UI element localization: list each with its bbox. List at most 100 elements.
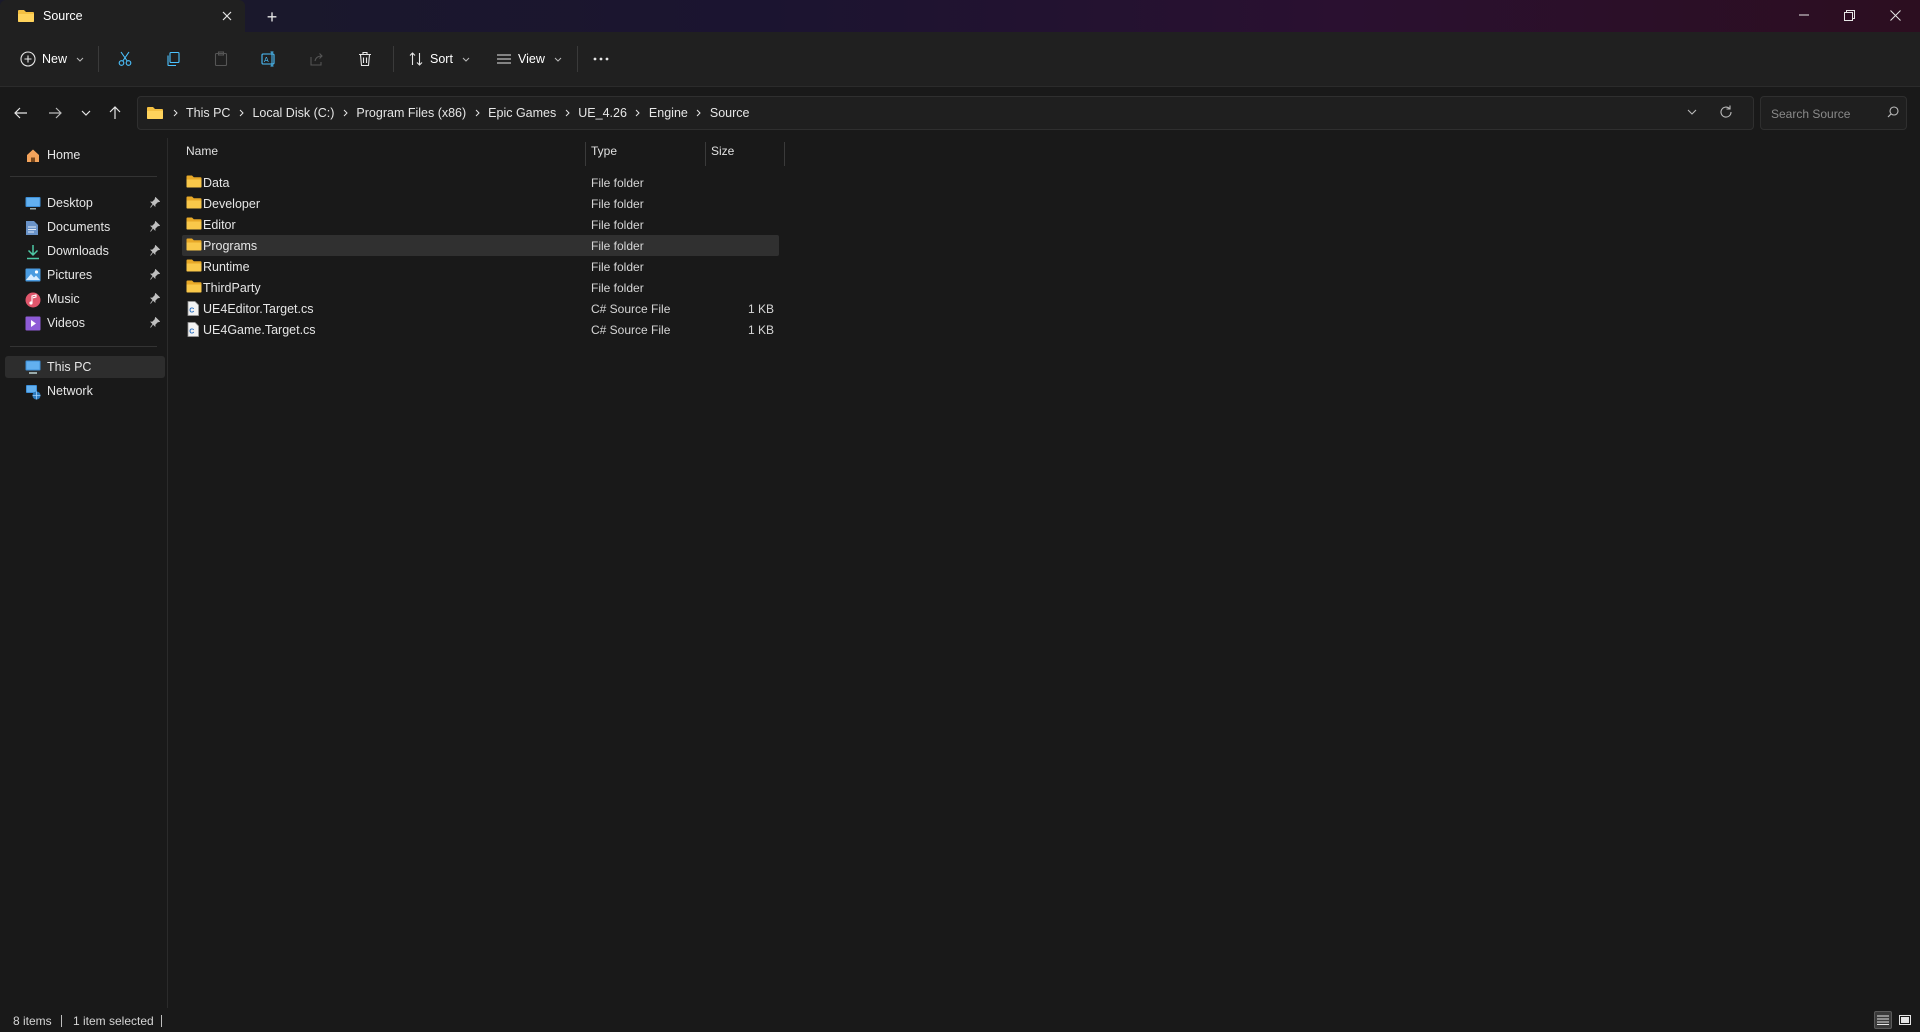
item-count: 8 items	[13, 1014, 52, 1028]
chevron-down-icon	[462, 57, 470, 62]
pin-icon[interactable]	[150, 317, 160, 328]
plus-circle-icon	[20, 51, 36, 67]
cut-button[interactable]	[111, 45, 139, 73]
pin-icon[interactable]	[150, 197, 160, 208]
breadcrumb-program-files[interactable]: Program Files (x86)	[352, 106, 470, 120]
column-header-type[interactable]: Type	[591, 144, 617, 164]
view-icon	[497, 54, 511, 64]
file-type: File folder	[591, 197, 644, 211]
folder-icon	[17, 9, 35, 23]
chevron-right-icon	[338, 109, 352, 117]
new-label: New	[42, 52, 68, 66]
sidebar-item-network[interactable]: Network	[5, 380, 165, 402]
chevron-down-icon	[76, 57, 84, 62]
tiles-view-icon	[1899, 1015, 1911, 1025]
column-header-size[interactable]: Size	[711, 144, 734, 164]
folder-row[interactable]: Data File folder	[182, 172, 779, 193]
sidebar-item-videos[interactable]: Videos	[5, 312, 165, 334]
csharp-file-icon: C	[186, 322, 200, 337]
folder-row[interactable]: Runtime File folder	[182, 256, 779, 277]
folder-row[interactable]: Programs File folder	[182, 235, 779, 256]
search-input[interactable]	[1769, 104, 1883, 124]
close-window-button[interactable]	[1872, 0, 1918, 30]
file-name: UE4Editor.Target.cs	[203, 302, 314, 316]
breadcrumb-epic-games[interactable]: Epic Games	[484, 106, 560, 120]
copy-icon	[167, 51, 180, 67]
new-tab-button[interactable]: +	[262, 7, 282, 27]
breadcrumb-engine[interactable]: Engine	[645, 106, 692, 120]
file-name: Editor	[203, 218, 236, 232]
title-bar: Source +	[0, 0, 1920, 32]
column-resize-handle[interactable]	[705, 142, 706, 166]
documents-icon	[25, 220, 39, 236]
folder-icon	[186, 238, 202, 251]
details-view-button[interactable]	[1874, 1011, 1892, 1029]
tiles-view-button[interactable]	[1896, 1011, 1914, 1029]
column-resize-handle[interactable]	[784, 142, 785, 166]
arrow-left-icon	[14, 107, 27, 119]
address-dropdown-icon[interactable]	[1686, 105, 1698, 119]
folder-row[interactable]: Editor File folder	[182, 214, 779, 235]
tab-source[interactable]: Source	[0, 0, 245, 32]
folder-row[interactable]: ThirdParty File folder	[182, 277, 779, 298]
chevron-down-icon	[81, 110, 91, 116]
minimize-button[interactable]	[1781, 0, 1827, 30]
search-icon[interactable]	[1887, 106, 1899, 118]
file-row[interactable]: C UE4Editor.Target.cs C# Source File 1 KB	[182, 298, 779, 319]
recent-locations-button[interactable]	[73, 100, 99, 126]
breadcrumb-this-pc[interactable]: This PC	[182, 106, 234, 120]
view-button[interactable]: View	[496, 44, 562, 74]
folder-icon	[186, 196, 202, 209]
new-button[interactable]: New	[20, 44, 84, 74]
plus-icon: +	[266, 7, 278, 27]
toolbar-divider	[98, 46, 99, 72]
sidebar-item-this-pc[interactable]: This PC	[5, 356, 165, 378]
file-type: File folder	[591, 176, 644, 190]
back-button[interactable]	[8, 100, 34, 126]
file-type: File folder	[591, 239, 644, 253]
sort-button[interactable]: Sort	[408, 44, 470, 74]
search-box[interactable]	[1760, 96, 1907, 130]
breadcrumb-ue-version[interactable]: UE_4.26	[574, 106, 631, 120]
folder-row[interactable]: Developer File folder	[182, 193, 779, 214]
more-icon	[593, 57, 609, 61]
breadcrumb-source[interactable]: Source	[706, 106, 754, 120]
sidebar-item-home[interactable]: Home	[5, 144, 165, 166]
sidebar-item-desktop[interactable]: Desktop	[5, 192, 165, 214]
folder-icon	[186, 259, 202, 272]
desktop-icon	[25, 196, 41, 210]
breadcrumb-local-disk[interactable]: Local Disk (C:)	[248, 106, 338, 120]
pin-icon[interactable]	[150, 245, 160, 256]
sidebar-item-pictures[interactable]: Pictures	[5, 264, 165, 286]
column-resize-handle[interactable]	[585, 142, 586, 166]
chevron-right-icon	[631, 109, 645, 117]
restore-button[interactable]	[1826, 0, 1872, 30]
home-icon	[25, 148, 41, 163]
close-tab-icon[interactable]	[218, 7, 236, 25]
sidebar-item-documents[interactable]: Documents	[5, 216, 165, 238]
pin-icon[interactable]	[150, 269, 160, 280]
refresh-icon[interactable]	[1718, 104, 1734, 120]
chevron-right-icon	[692, 109, 706, 117]
column-header-name[interactable]: Name	[186, 144, 218, 164]
file-name: Runtime	[203, 260, 250, 274]
more-options-button[interactable]	[587, 45, 615, 73]
pictures-icon	[25, 268, 41, 282]
file-type: File folder	[591, 260, 644, 274]
toolbar-divider	[393, 46, 394, 72]
chevron-right-icon	[470, 109, 484, 117]
chevron-right-icon	[234, 109, 248, 117]
sidebar-item-downloads[interactable]: Downloads	[5, 240, 165, 262]
up-button[interactable]	[102, 100, 128, 126]
rename-button[interactable]: A	[255, 45, 283, 73]
paste-button[interactable]	[207, 45, 235, 73]
forward-button[interactable]	[42, 100, 68, 126]
copy-button[interactable]	[159, 45, 187, 73]
file-row[interactable]: C UE4Game.Target.cs C# Source File 1 KB	[182, 319, 779, 340]
pin-icon[interactable]	[150, 293, 160, 304]
share-button[interactable]	[303, 45, 331, 73]
address-bar[interactable]: This PC Local Disk (C:) Program Files (x…	[137, 96, 1754, 130]
delete-button[interactable]	[351, 45, 379, 73]
pin-icon[interactable]	[150, 221, 160, 232]
sidebar-item-music[interactable]: Music	[5, 288, 165, 310]
